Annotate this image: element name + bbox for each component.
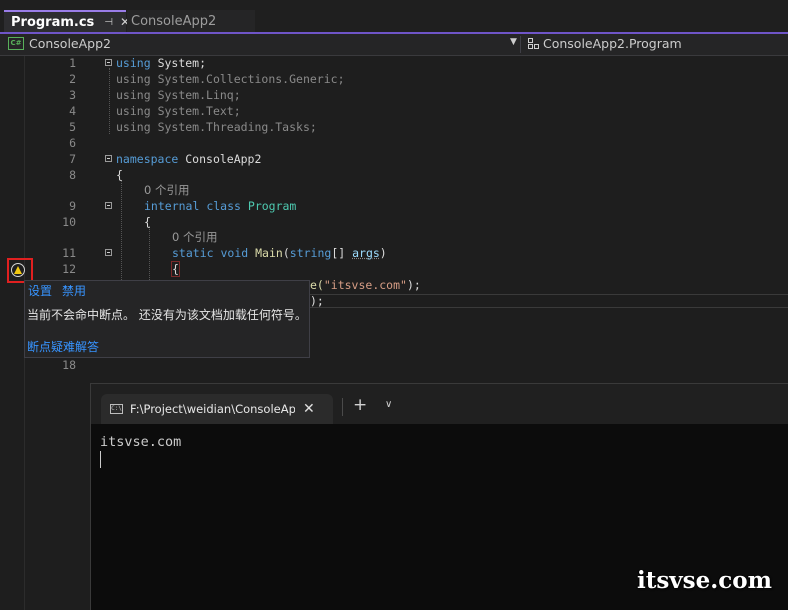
codelens-references[interactable]: 0 个引用 — [172, 229, 217, 245]
tab-label: ConsoleApp2 — [131, 13, 217, 29]
current-line-border — [310, 294, 788, 295]
line-number: 11 — [62, 246, 76, 260]
line-number: 10 — [62, 215, 76, 229]
console-icon: C:\ — [110, 404, 123, 414]
code-line-brace-highlight: { — [171, 261, 180, 277]
tab-label: Program.cs — [11, 14, 95, 30]
class-icon — [528, 38, 539, 49]
tab-consoleapp2[interactable]: ConsoleApp2 — [127, 10, 255, 32]
navbar-divider — [520, 36, 521, 53]
line-number: 6 — [69, 136, 76, 150]
code-line: using System.Text; — [116, 104, 241, 118]
terminal-tab-title: F:\Project\weidian\ConsoleAp — [130, 402, 295, 416]
code-line: namespace ConsoleApp2 — [116, 152, 262, 166]
settings-link[interactable]: 设置 — [28, 282, 52, 299]
member-name: ConsoleApp2.Program — [543, 36, 682, 51]
collapse-toggle-icon[interactable] — [105, 202, 112, 209]
code-line: using System.Linq; — [116, 88, 241, 102]
close-icon[interactable]: ✕ — [303, 401, 315, 417]
tab-program-cs[interactable]: Program.cs ⊣ ✕ — [4, 10, 130, 32]
tooltip-actions: 设置 禁用 — [28, 282, 86, 299]
code-line: using System.Threading.Tasks; — [116, 120, 317, 134]
terminal-titlebar: C:\ F:\Project\weidian\ConsoleAp ✕ + ∨ — [91, 384, 788, 424]
code-line: using System.Collections.Generic; — [116, 72, 345, 86]
terminal-output: itsvse.com — [100, 434, 182, 450]
tooltip-message: 当前不会命中断点。 还没有为该文档加载任何符号。 — [27, 308, 307, 322]
outline-guide — [109, 68, 110, 134]
project-name: ConsoleApp2 — [29, 36, 111, 51]
line-number: 12 — [62, 262, 76, 276]
watermark: itsvse.com — [637, 567, 772, 594]
line-number: 18 — [62, 358, 76, 372]
csharp-project-icon: C# — [8, 37, 24, 50]
codelens-references[interactable]: 0 个引用 — [144, 182, 189, 198]
navigation-bar: C# ConsoleApp2 ▼ ConsoleApp2.Program — [0, 34, 788, 56]
breakpoint-tooltip: 设置 禁用 当前不会命中断点。 还没有为该文档加载任何符号。 断点疑难解答 — [24, 280, 310, 358]
pin-icon[interactable]: ⊣ — [104, 17, 113, 28]
document-tab-strip: Program.cs ⊣ ✕ ConsoleApp2 — [0, 0, 788, 32]
line-number: 4 — [69, 104, 76, 118]
titlebar-divider — [342, 398, 343, 416]
breakpoint-margin[interactable] — [0, 56, 25, 610]
line-number: 8 — [69, 168, 76, 182]
collapse-toggle-icon[interactable] — [105, 59, 112, 66]
member-dropdown[interactable]: ConsoleApp2.Program — [528, 36, 682, 51]
code-line: static void Main(string[] args) — [172, 246, 387, 260]
chevron-down-icon[interactable]: ▼ — [510, 37, 517, 47]
code-line: ); — [310, 294, 324, 308]
collapse-toggle-icon[interactable] — [105, 249, 112, 256]
line-number: 2 — [69, 72, 76, 86]
code-line: internal class Program — [144, 199, 297, 213]
line-number: 3 — [69, 88, 76, 102]
text-cursor — [100, 451, 101, 468]
troubleshoot-breakpoints-link[interactable]: 断点疑难解答 — [27, 338, 99, 355]
line-number: 9 — [69, 199, 76, 213]
chevron-down-icon[interactable]: ∨ — [385, 399, 392, 410]
code-line: using System; — [116, 56, 207, 70]
project-dropdown[interactable]: C# ConsoleApp2 — [8, 36, 111, 51]
line-number: 1 — [69, 56, 76, 70]
new-tab-plus-icon[interactable]: + — [353, 395, 367, 415]
code-line: { — [144, 215, 151, 229]
code-line: { — [116, 168, 123, 182]
disable-link[interactable]: 禁用 — [62, 282, 86, 299]
code-line: e("itsvse.com"); — [310, 278, 421, 292]
line-number: 5 — [69, 120, 76, 134]
collapse-toggle-icon[interactable] — [105, 155, 112, 162]
terminal-tab[interactable]: C:\ F:\Project\weidian\ConsoleAp ✕ — [101, 394, 333, 424]
current-line-border — [310, 307, 788, 308]
line-number: 7 — [69, 152, 76, 166]
